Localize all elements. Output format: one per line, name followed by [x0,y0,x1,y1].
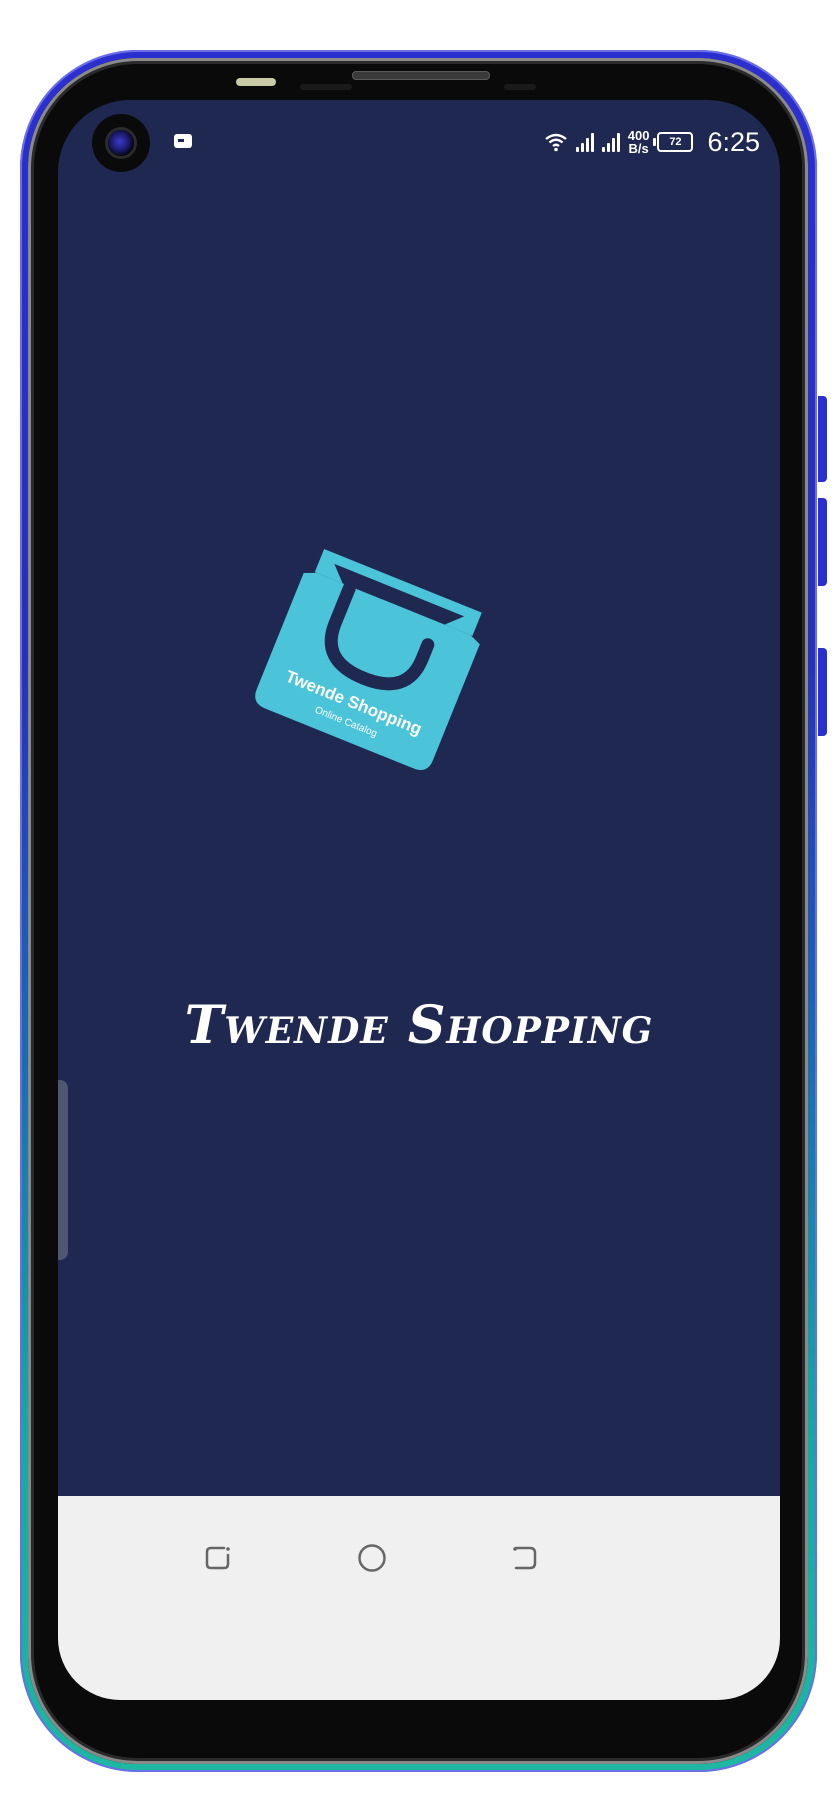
volume-down-button [818,498,827,586]
earpiece [352,71,490,80]
clock: 6:25 [707,126,760,157]
network-speed: 400 B/s [628,129,650,155]
status-icons: 400 B/s 72 6:25 [544,122,760,162]
cell-signal-icon [575,132,594,152]
network-speed-unit: B/s [628,141,649,156]
sensor-slot [300,84,352,90]
app-title: Twende Shopping [184,995,654,1056]
screen: 400 B/s 72 6:25 Twende Shopping Online C… [58,100,780,1700]
front-camera [92,114,150,172]
shopping-bag-icon: Twende Shopping Online Catalog [255,548,482,771]
sensor-slot [504,84,536,90]
proximity-sensor [236,78,276,86]
status-bar: 400 B/s 72 6:25 [58,100,780,190]
battery-level: 72 [669,136,682,148]
cell-signal-icon [601,132,620,152]
power-button [818,648,827,736]
battery-icon: 72 [653,132,694,152]
home-button[interactable] [352,1538,392,1578]
app-logo: Twende Shopping Online Catalog [248,530,498,780]
recent-apps-icon [205,1546,230,1570]
camera-lens [108,130,134,156]
back-icon [513,1546,537,1570]
navigation-bar [58,1496,780,1700]
edge-panel-handle[interactable] [58,1080,68,1260]
message-notification-icon [174,134,192,148]
home-circle-icon [358,1544,386,1572]
wifi-icon [544,133,567,152]
recent-apps-button[interactable] [198,1538,238,1578]
volume-up-button [818,396,827,482]
back-button[interactable] [504,1538,544,1578]
